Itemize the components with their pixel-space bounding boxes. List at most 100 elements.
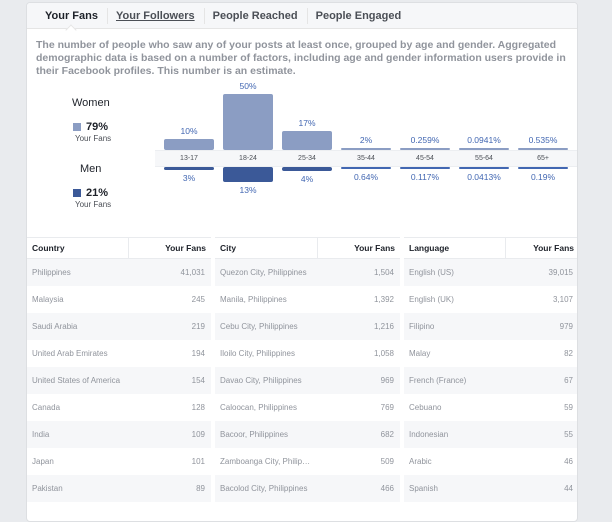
men-swatch-icon [73, 189, 81, 197]
table-row: Bacolod City, Philippines 466 [215, 475, 400, 502]
row-fans-count: 466 [380, 484, 394, 493]
women-pct-value: 79% [86, 121, 109, 133]
table-row: Cebuano 59 [404, 394, 577, 421]
row-name: Cebu City, Philippines [220, 322, 298, 331]
language-table: Language Your Fans English (US) 39,015 Engli… [404, 237, 577, 502]
men-bar-25-34[interactable] [282, 167, 332, 172]
table-body: English (US) 39,015 English (UK) 3,107 Filip… [404, 259, 577, 502]
column-header-your-fans[interactable]: Your Fans [506, 238, 577, 258]
row-fans-count: 44 [564, 484, 573, 493]
description-text: The number of people who saw any of your… [36, 39, 566, 77]
tab-bar: Your Fans Your Followers People Reached … [27, 3, 577, 36]
women-value-label: 10% [180, 125, 198, 136]
women-bar-18-24[interactable] [223, 94, 273, 150]
table-row: Japan 101 [27, 448, 211, 475]
row-fans-count: 1,392 [373, 295, 394, 304]
men-bar-13-17[interactable] [164, 167, 214, 171]
row-name: Indonesian [409, 430, 449, 439]
city-table: City Your Fans Quezon City, Philippines 1,5… [215, 237, 400, 502]
row-name: Canada [32, 403, 61, 412]
row-fans-count: 1,058 [373, 349, 394, 358]
table-header: Country Your Fans [27, 237, 211, 259]
men-value-label: 0.64% [353, 172, 379, 182]
men-bar-65+[interactable] [518, 167, 568, 169]
row-fans-count: 82 [564, 349, 573, 358]
men-value-label: 4% [300, 174, 314, 185]
tab-your-fans[interactable]: Your Fans [36, 3, 107, 36]
table-row: Indonesian 55 [404, 421, 577, 448]
row-fans-count: 1,504 [373, 268, 394, 277]
women-bar-25-34[interactable] [282, 130, 332, 150]
tab-label: Your Fans [45, 9, 98, 22]
men-bar-45-54[interactable] [400, 167, 450, 169]
women-value-label: 0.0941% [467, 135, 501, 145]
table-row: Quezon City, Philippines 1,504 [215, 259, 400, 286]
table-row: Filipino 979 [404, 313, 577, 340]
table-header: Language Your Fans [404, 237, 577, 259]
table-row: United States of America 154 [27, 367, 211, 394]
table-row: Zamboanga City, Philip… 509 [215, 448, 400, 475]
age-label-55-64: 55-64 [475, 155, 493, 162]
women-swatch-icon [73, 123, 81, 131]
men-bar-55-64[interactable] [459, 167, 509, 169]
table-row: Saudi Arabia 219 [27, 313, 211, 340]
legend-women-sub: Your Fans [75, 134, 112, 143]
women-bar-55-64[interactable] [459, 148, 509, 150]
table-row: Malay 82 [404, 340, 577, 367]
row-fans-count: 39,015 [548, 268, 573, 277]
age-label-13-17: 13-17 [180, 155, 198, 162]
legend-women-label: Women [72, 97, 110, 109]
row-name: Pakistan [32, 484, 63, 493]
row-fans-count: 154 [191, 376, 205, 385]
row-fans-count: 682 [380, 430, 394, 439]
row-name: Philippines [32, 268, 71, 277]
tab-people-reached[interactable]: People Reached [203, 3, 307, 29]
row-fans-count: 59 [564, 403, 573, 412]
women-value-label: 2% [359, 134, 373, 145]
legend-men-sub: Your Fans [75, 200, 112, 209]
row-name: Quezon City, Philippines [220, 268, 307, 277]
men-value-label: 0.19% [530, 172, 556, 182]
table-header: City Your Fans [215, 237, 400, 259]
women-bar-35-44[interactable] [341, 147, 391, 150]
row-name: English (UK) [409, 295, 454, 304]
table-row: Manila, Philippines 1,392 [215, 286, 400, 313]
column-header-your-fans[interactable]: Your Fans [129, 238, 211, 258]
row-fans-count: 55 [564, 430, 573, 439]
tab-your-followers[interactable]: Your Followers [106, 3, 204, 29]
table-row: Spanish 44 [404, 475, 577, 502]
row-fans-count: 46 [564, 457, 573, 466]
tab-people-engaged[interactable]: People Engaged [306, 3, 411, 29]
men-bar-35-44[interactable] [341, 167, 391, 169]
column-header-language[interactable]: Language [404, 238, 506, 258]
tab-label: Your Followers [115, 9, 195, 22]
men-value-label: 3% [182, 173, 196, 184]
row-fans-count: 194 [191, 349, 205, 358]
men-bar-18-24[interactable] [223, 167, 273, 182]
table-row: India 109 [27, 421, 211, 448]
table-row: Iloilo City, Philippines 1,058 [215, 340, 400, 367]
women-bar-45-54[interactable] [400, 148, 450, 150]
table-row: Bacoor, Philippines 682 [215, 421, 400, 448]
row-fans-count: 128 [191, 403, 205, 412]
men-pct-value: 21% [86, 187, 109, 199]
row-name: Malay [409, 349, 431, 358]
women-bar-65+[interactable] [518, 148, 568, 150]
country-table: Country Your Fans Philippines 41,031 Malaysi… [27, 237, 211, 502]
column-header-your-fans[interactable]: Your Fans [318, 238, 400, 258]
column-header-city[interactable]: City [215, 238, 318, 258]
row-name: United States of America [32, 376, 121, 385]
women-bar-13-17[interactable] [164, 138, 214, 150]
men-value-label: 13% [239, 184, 257, 195]
row-fans-count: 769 [380, 403, 394, 412]
age-label-25-34: 25-34 [298, 155, 316, 162]
column-header-country[interactable]: Country [27, 238, 129, 258]
row-name: India [32, 430, 50, 439]
row-name: English (US) [409, 268, 454, 277]
tab-label: People Engaged [315, 9, 402, 22]
table-row: Pakistan 89 [27, 475, 211, 502]
row-name: French (France) [409, 376, 467, 385]
women-value-label: 0.535% [528, 135, 558, 145]
legend-men-pct: 21% [73, 187, 108, 199]
row-name: Bacoor, Philippines [220, 430, 289, 439]
